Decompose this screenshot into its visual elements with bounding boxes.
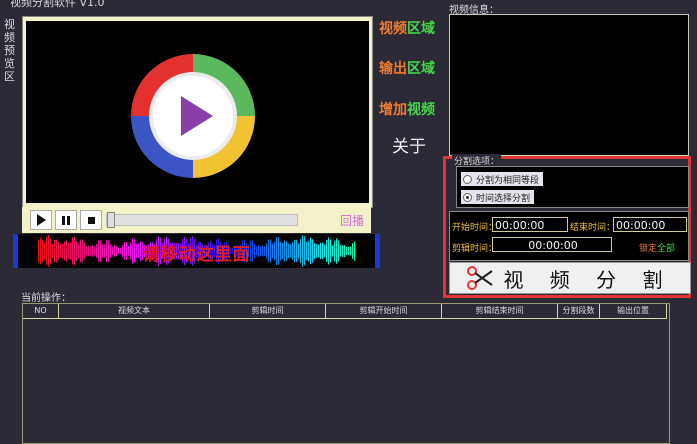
option-equal-segments[interactable]: 分割为相同等段	[461, 172, 544, 186]
menu-output-area[interactable]: 输出区域	[379, 58, 435, 78]
col-clip-end[interactable]: 剪辑结束时间	[442, 304, 558, 319]
menu-add-video[interactable]: 增加视频	[379, 99, 435, 119]
time-settings: 开始时间： 00:00:00 结束时间： 00:00:00 剪辑时间： 00:0…	[449, 211, 689, 261]
menu-video-area-a: 视频	[379, 21, 407, 37]
video-screen	[26, 21, 369, 203]
radio-time-split[interactable]	[463, 192, 472, 202]
seek-bar[interactable]	[106, 212, 298, 228]
col-segments[interactable]: 分割段数	[558, 304, 600, 319]
menu-about[interactable]: 关于	[392, 132, 426, 157]
menu-output-area-b: 区域	[407, 61, 435, 77]
seek-thumb[interactable]	[107, 212, 115, 228]
end-time-label: 结束时间：	[570, 223, 616, 233]
start-time-label: 开始时间：	[452, 223, 498, 233]
title-bar: 视频分割软件 V1.0	[0, 0, 697, 12]
play-icon	[37, 214, 46, 226]
split-video-button[interactable]: 视 频 分 割	[449, 262, 691, 294]
radio-equal-segments[interactable]	[463, 174, 472, 184]
lock-all-button[interactable]: 锁定全部	[639, 241, 675, 254]
table-header: NO 视频文本 剪辑时间 剪辑开始时间 剪辑结束时间 分割段数 输出位置	[23, 304, 669, 319]
col-no[interactable]: NO	[23, 304, 59, 319]
menu-output-area-a: 输出	[379, 61, 407, 77]
clip-time-label: 剪辑时间：	[452, 244, 498, 254]
menu-video-area[interactable]: 视频区域	[379, 18, 435, 38]
split-video-label: 视 频 分 割	[503, 267, 673, 292]
video-info-box	[449, 14, 689, 156]
end-time-input[interactable]: 00:00:00	[613, 217, 687, 232]
col-clip-start[interactable]: 剪辑开始时间	[326, 304, 442, 319]
lock-all-a: 锁定	[639, 244, 658, 254]
window-title: 视频分割软件 V1.0	[10, 0, 105, 9]
stop-icon	[87, 216, 95, 224]
option-time-split-label: 时间选择分割	[476, 193, 531, 204]
option-equal-segments-label: 分割为相同等段	[476, 175, 540, 186]
preview-area-label: 视频预览区	[4, 18, 15, 83]
pause-icon	[62, 215, 70, 225]
media-player-logo-icon	[131, 54, 255, 178]
split-mode-group: 分割为相同等段 时间选择分割	[456, 166, 689, 208]
operations-label: 当前操作：	[21, 293, 71, 304]
col-video-text[interactable]: 视频文本	[59, 304, 210, 319]
option-time-split[interactable]: 时间选择分割	[461, 190, 535, 204]
start-time-input[interactable]: 00:00:00	[492, 217, 568, 232]
operations-table[interactable]: NO 视频文本 剪辑时间 剪辑开始时间 剪辑结束时间 分割段数 输出位置	[22, 303, 670, 444]
play-button[interactable]	[30, 210, 52, 230]
player-controls: 回播	[22, 207, 371, 233]
audio-waveform[interactable]: 请移动这里面	[13, 234, 380, 268]
menu-video-area-b: 区域	[407, 21, 435, 37]
replay-button[interactable]: 回播	[340, 212, 364, 229]
stop-button[interactable]	[80, 210, 102, 230]
clip-time-input[interactable]: 00:00:00	[492, 237, 612, 252]
col-output-location[interactable]: 输出位置	[600, 304, 667, 319]
scissors-icon	[467, 266, 494, 290]
video-preview[interactable]	[22, 16, 373, 208]
lock-all-b: 全部	[657, 244, 676, 254]
pause-button[interactable]	[55, 210, 77, 230]
waveform-hint: 请移动这里面	[142, 245, 251, 265]
col-clip-time[interactable]: 剪辑时间	[210, 304, 326, 319]
menu-add-video-a: 增加	[379, 102, 407, 118]
menu-add-video-b: 视频	[407, 102, 435, 118]
